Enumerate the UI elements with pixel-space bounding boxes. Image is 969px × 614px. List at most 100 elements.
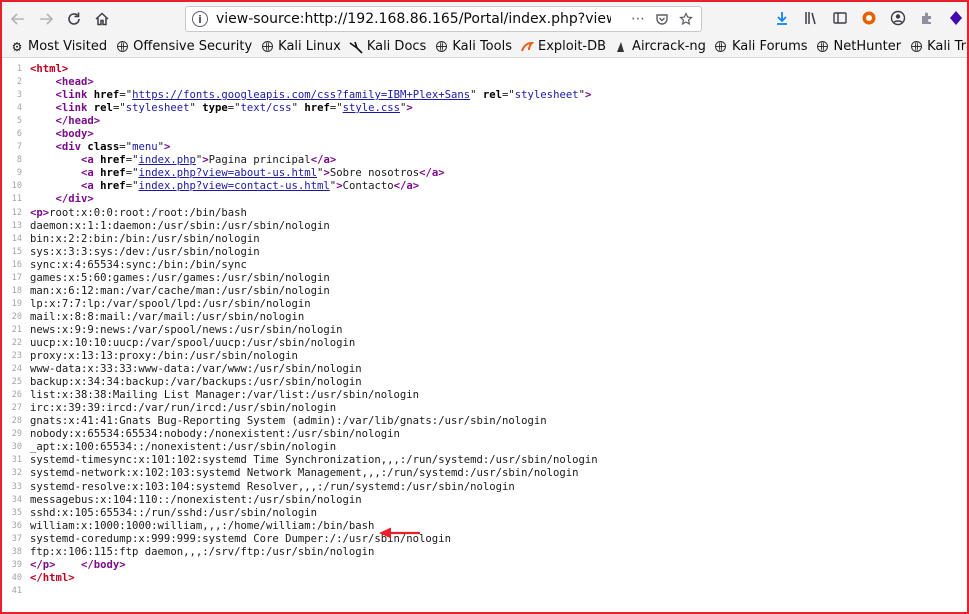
source-token: irc:x:39:39:ircd:/var/run/ircd:/usr/sbin… [30,402,337,415]
download-icon[interactable] [772,8,792,28]
line-number: 4 [16,103,22,114]
source-line: 27 irc:x:39:39:ircd:/var/run/ircd:/usr/sb… [2,402,965,415]
bookmark-label: NetHunter [833,39,902,54]
line-code: systemd-network:x:102:103:systemd Networ… [30,467,579,480]
source-token: =" [227,102,241,115]
source-line: 40 </html> [2,572,965,585]
forward-button[interactable] [34,7,58,31]
bookmark-kali-training[interactable]: Kali Training [909,39,969,54]
line-code: systemd-resolve:x:103:104:systemd Resolv… [30,481,515,494]
line-code: list:x:38:38:Mailing List Manager:/var/l… [30,389,419,402]
source-token: <p> [30,206,50,219]
line-number: 18 [11,285,22,296]
source-token: news:x:9:9:news:/var/spool/news:/usr/sbi… [30,323,343,336]
source-token: rel [93,102,113,115]
source-link[interactable]: index.php?view=about-us.html [138,167,317,179]
line-number: 37 [11,533,22,544]
source-token [30,154,81,166]
foxyproxy-icon[interactable] [859,8,879,28]
line-number: 35 [11,507,22,518]
globe-icon [115,40,129,54]
source-token: Pagina principal [208,154,311,167]
source-token: man:x:6:12:man:/var/cache/man:/usr/sbin/… [30,284,330,297]
star-icon[interactable] [679,12,693,26]
source-line: 5 </head> [2,115,965,128]
globe-icon [909,40,923,54]
source-token: sys:x:3:3:sys:/dev:/usr/sbin/nologin [30,245,260,258]
source-token: </p> [30,558,56,571]
back-button[interactable] [6,7,30,31]
bookmark-kali-tools[interactable]: Kali Tools [434,39,512,54]
source-token: =" [125,167,139,180]
line-number: 38 [11,546,22,557]
pocket-icon[interactable] [655,12,669,26]
source-token: =" [119,89,133,102]
bookmark-nethunter[interactable]: NetHunter [816,39,902,54]
source-token: <a [81,180,101,193]
source-line: 15 sys:x:3:3:sys:/dev:/usr/sbin/nologin [2,246,965,259]
source-line: 25 backup:x:34:34:backup:/var/backups:/us… [2,376,965,389]
source-line: 13 daemon:x:1:1:daemon:/usr/sbin:/usr/sbi… [2,220,965,233]
line-number: 9 [16,168,22,179]
source-token: =" [502,89,515,102]
line-number: 12 [11,207,22,218]
source-line: 2 <head> [2,76,965,89]
home-button[interactable] [90,7,114,31]
source-line: 20 mail:x:8:8:mail:/var/mail:/usr/sbin/no… [2,311,965,324]
bookmark-offensive-security[interactable]: Offensive Security [115,39,252,54]
line-number: 41 [11,585,22,596]
bookmark-exploit-db[interactable]: Exploit-DB [520,39,606,54]
exploitdb-icon [520,40,534,54]
source-token: " [470,89,483,102]
source-link[interactable]: index.php?view=contact-us.html [138,180,329,192]
url-bar[interactable]: i view-source:http://192.168.86.165/Port… [185,6,702,32]
source-link[interactable]: index.php [138,154,195,166]
bookmark-most-visited[interactable]: ⚙ Most Visited [10,39,108,54]
source-token: Contacto [342,180,394,193]
source-token [30,128,56,140]
source-token: href [100,154,126,167]
source-token: href [304,102,330,115]
source-line: 33 systemd-resolve:x:103:104:systemd Reso… [2,481,965,494]
sidebar-icon[interactable] [830,8,850,28]
source-token: rel [482,89,503,102]
source-token: " [189,102,203,115]
source-link[interactable]: style.css [343,102,400,114]
source-line: 19 lp:x:7:7:lp:/var/spool/lpd:/usr/sbin/n… [2,298,965,311]
line-number: 29 [11,429,22,440]
source-line: 39 </p> </body> [2,559,965,572]
source-line: 34 messagebus:x:104:110::/nonexistent:/us… [2,494,965,507]
bookmark-aircrack-ng[interactable]: Aircrack-ng [614,39,706,54]
source-token: proxy:x:13:13:proxy:/bin:/usr/sbin/nolog… [30,350,298,363]
line-number: 26 [11,390,22,401]
line-number: 21 [11,324,22,335]
source-line: 35 sshd:x:105:65534::/run/sshd:/usr/sbin/… [2,507,965,520]
extension-icon[interactable] [917,8,937,28]
bookmark-kali-docs[interactable]: Kali Docs [349,39,426,54]
kali-dragon-icon [349,40,363,54]
source-token: </head> [55,115,101,128]
home-icon [95,12,109,26]
page-actions-icon[interactable]: ⋯ [631,11,645,27]
info-icon[interactable]: i [192,11,208,27]
bookmark-label: Kali Linux [278,39,341,54]
reload-button[interactable] [62,7,86,31]
source-link[interactable]: https://fonts.googleapis.com/css?family=… [132,89,470,101]
line-number: 14 [11,233,22,244]
aircrack-icon [614,40,628,54]
source-token: <a [81,154,101,167]
bookmark-kali-linux[interactable]: Kali Linux [260,39,341,54]
source-token: systemd-timesync:x:101:102:systemd Time … [30,454,598,467]
url-text[interactable]: view-source:http://192.168.86.165/Portal… [216,11,611,27]
source-line: 30 _apt:x:100:65534::/nonexistent:/usr/sb… [2,441,965,454]
source-line: 1 <html> [2,63,965,76]
line-code: </p> </body> [30,559,126,572]
library-icon[interactable] [801,8,821,28]
source-token: sshd:x:105:65534::/run/sshd:/usr/sbin/no… [30,506,318,519]
red-arrow-annotation-icon [379,527,420,539]
wappalyzer-icon[interactable] [946,8,966,28]
line-number: 28 [11,416,22,427]
line-code: <a href="index.php?view=about-us.html">S… [30,167,445,180]
account-icon[interactable] [888,8,908,28]
bookmark-kali-forums[interactable]: Kali Forums [714,39,808,54]
